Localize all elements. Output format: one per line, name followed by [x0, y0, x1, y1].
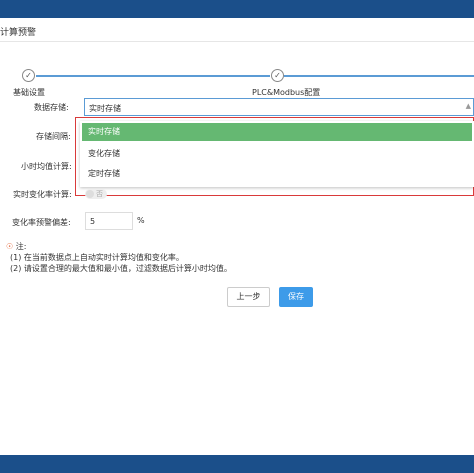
- dropdown-option-realtime[interactable]: 实时存储: [82, 123, 472, 141]
- prev-step-button[interactable]: 上一步: [227, 287, 270, 307]
- dialog-header: 计算预警: [0, 18, 474, 42]
- realtime-change-label: 实时变化率计算:: [13, 190, 72, 199]
- hourly-avg-label: 小时均值计算:: [21, 162, 72, 171]
- step-progress: ✓ ✓ 基础设置 PLC&Modbus配置: [0, 66, 474, 97]
- chevron-up-icon: ▲: [465, 102, 471, 110]
- storage-mode-dropdown: 实时存储 变化存储 定时存储: [80, 121, 474, 187]
- notes-title: ☉ 注:: [6, 241, 26, 252]
- note-line-2: (2) 请设置合理的最大值和最小值，过滤数据后计算小时均值。: [10, 264, 232, 273]
- step-connector: [284, 75, 474, 77]
- dialog-title: 计算预警: [0, 28, 37, 38]
- toggle-knob: [86, 190, 94, 198]
- check-icon: ✓: [271, 69, 284, 82]
- toggle-text: 否: [96, 190, 103, 198]
- storage-mode-value: 实时存储: [89, 104, 121, 113]
- window-top-bar: [0, 0, 474, 18]
- note-line-1: (1) 在当前数据点上自动实时计算均值和变化率。: [10, 253, 184, 262]
- change-threshold-label: 变化率预警偏差:: [12, 218, 71, 227]
- check-icon: ✓: [22, 69, 35, 82]
- step-connector: [36, 75, 270, 77]
- dropdown-option-timed[interactable]: 定时存储: [82, 165, 472, 183]
- percent-unit: %: [137, 216, 145, 225]
- notes-title-text: 注:: [15, 242, 27, 251]
- storage-mode-select[interactable]: 实时存储 ▲: [84, 98, 474, 116]
- step-label-plc: PLC&Modbus配置: [252, 88, 321, 97]
- step-label-basic: 基础设置: [13, 88, 45, 97]
- save-button[interactable]: 保存: [279, 287, 313, 307]
- window-bottom-bar: [0, 455, 474, 473]
- realtime-change-toggle[interactable]: 否: [85, 189, 107, 199]
- info-icon: ☉: [6, 242, 14, 251]
- change-threshold-value: 5: [90, 217, 96, 226]
- change-threshold-input[interactable]: 5: [85, 212, 133, 230]
- storage-mode-label: 数据存储:: [34, 103, 69, 112]
- storage-interval-label: 存储间隔:: [36, 132, 71, 141]
- dropdown-option-change[interactable]: 变化存储: [82, 145, 472, 163]
